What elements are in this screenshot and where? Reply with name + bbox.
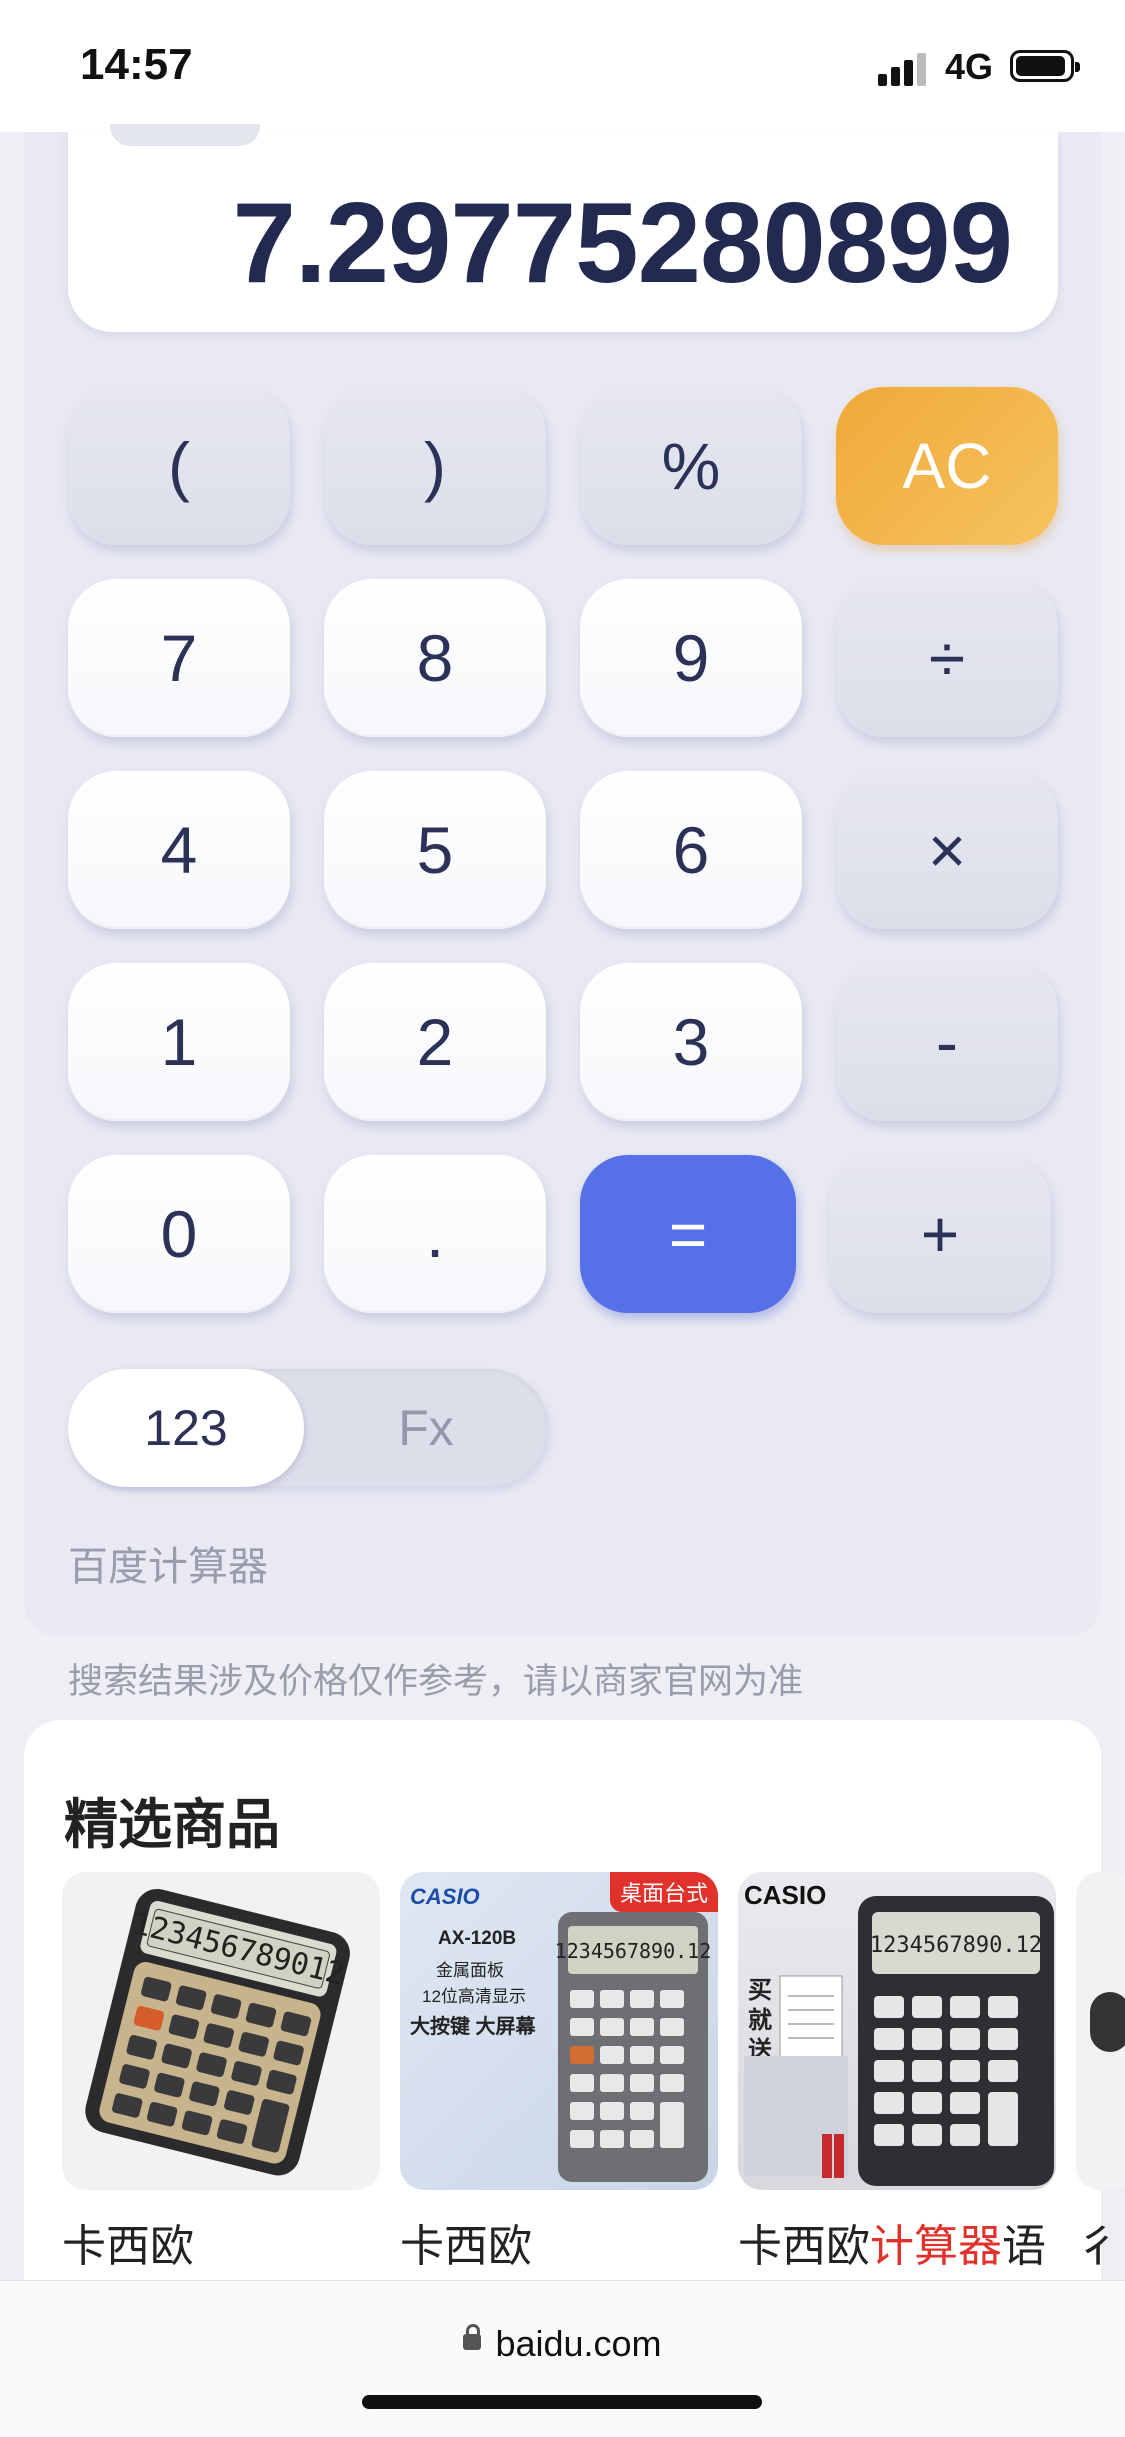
products-title: 精选商品 bbox=[64, 1795, 280, 1855]
mode-basic-button[interactable]: 123 bbox=[68, 1369, 304, 1487]
product-name[interactable]: 卡西欧计算器语 bbox=[738, 2210, 1056, 2274]
calculator-product-icon: 1234567890.12 bbox=[744, 1896, 1054, 2186]
product-image[interactable]: 桌面台式 CASIO AX-120B 金属面板 12位高清显示 大按键 大屏幕 … bbox=[400, 1872, 718, 2190]
decimal-key[interactable]: . bbox=[324, 1155, 546, 1313]
display-value: 7.29775280899 bbox=[232, 180, 1013, 307]
divide-key[interactable]: ÷ bbox=[836, 579, 1058, 737]
calculator-brand: 百度计算器 bbox=[68, 1545, 268, 1589]
calculator-product-icon: 1234567890.12 bbox=[555, 1912, 712, 2182]
display-handle bbox=[110, 124, 260, 146]
network-type: 4G bbox=[945, 46, 994, 87]
lock-icon bbox=[463, 2324, 482, 2351]
browser-bottom-bar: baidu.com bbox=[0, 2280, 1125, 2437]
featured-products: 精选商品 123456789012 卡西欧 桌面台式 CASIO AX-120B… bbox=[24, 1720, 1125, 2280]
product-card[interactable]: 彳 bbox=[1076, 1872, 1125, 2274]
home-indicator[interactable] bbox=[362, 2395, 762, 2409]
product-name[interactable]: 卡西欧 bbox=[400, 2210, 718, 2274]
product-name[interactable]: 卡西欧 bbox=[62, 2210, 380, 2274]
digit-3-key[interactable]: 3 bbox=[580, 963, 802, 1121]
digit-2-key[interactable]: 2 bbox=[324, 963, 546, 1121]
url-text: baidu.com bbox=[495, 2323, 662, 2364]
calculator-product-icon: 123456789012 bbox=[85, 1888, 350, 2176]
digit-0-key[interactable]: 0 bbox=[68, 1155, 290, 1313]
highlighted-keyword: 计算器 bbox=[870, 2222, 1002, 2271]
equals-key[interactable]: = bbox=[580, 1155, 796, 1313]
address-bar[interactable]: baidu.com bbox=[0, 2323, 1125, 2365]
digit-7-key[interactable]: 7 bbox=[68, 579, 290, 737]
status-bar: 14:57 4G bbox=[0, 0, 1125, 132]
svg-text:1234567890.12: 1234567890.12 bbox=[555, 1939, 712, 1963]
open-paren-key[interactable]: ( bbox=[68, 387, 290, 545]
calculator-display: 7.29775280899 bbox=[68, 124, 1058, 332]
mode-function-button[interactable]: Fx bbox=[308, 1369, 544, 1487]
product-image[interactable]: CASIO 买就送 1234567890.12 bbox=[738, 1872, 1056, 2190]
svg-text:1234567890.12: 1234567890.12 bbox=[870, 1933, 1042, 1958]
product-image[interactable] bbox=[1076, 1872, 1125, 2190]
product-image[interactable]: 123456789012 bbox=[62, 1872, 380, 2190]
digit-8-key[interactable]: 8 bbox=[324, 579, 546, 737]
product-card[interactable]: CASIO 买就送 1234567890.12 卡西欧计算器语 bbox=[738, 1872, 1056, 2274]
digit-5-key[interactable]: 5 bbox=[324, 771, 546, 929]
product-card[interactable]: 123456789012 卡西欧 bbox=[62, 1872, 380, 2274]
percent-key[interactable]: % bbox=[580, 387, 802, 545]
clear-key[interactable]: AC bbox=[836, 387, 1058, 545]
digit-9-key[interactable]: 9 bbox=[580, 579, 802, 737]
product-card[interactable]: 桌面台式 CASIO AX-120B 金属面板 12位高清显示 大按键 大屏幕 … bbox=[400, 1872, 718, 2274]
calculator-card: 7.29775280899 ( ) % AC 7 8 9 ÷ 4 5 6 × 1… bbox=[24, 124, 1101, 1637]
status-time: 14:57 bbox=[80, 40, 193, 89]
price-disclaimer: 搜索结果涉及价格仅作参考，请以商家官网为准 bbox=[68, 1662, 804, 1701]
multiply-key[interactable]: × bbox=[836, 771, 1058, 929]
minus-key[interactable]: - bbox=[836, 963, 1058, 1121]
product-name[interactable]: 彳 bbox=[1076, 2210, 1125, 2274]
close-paren-key[interactable]: ) bbox=[324, 387, 546, 545]
digit-4-key[interactable]: 4 bbox=[68, 771, 290, 929]
digit-6-key[interactable]: 6 bbox=[580, 771, 802, 929]
cellular-signal-icon bbox=[878, 52, 930, 86]
plus-key[interactable]: + bbox=[829, 1155, 1051, 1313]
mode-toggle[interactable]: 123 Fx bbox=[68, 1369, 548, 1487]
digit-1-key[interactable]: 1 bbox=[68, 963, 290, 1121]
battery-icon bbox=[1010, 50, 1080, 82]
